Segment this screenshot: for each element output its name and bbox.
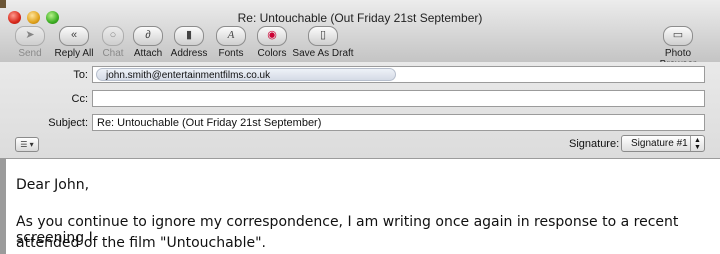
photo-browser-icon: ▭ (663, 26, 693, 46)
paperclip-icon: ∂ (133, 26, 163, 46)
subject-field[interactable]: Re: Untouchable (Out Friday 21st Septemb… (92, 114, 705, 131)
fonts-button[interactable]: A Fonts (214, 26, 248, 59)
body-line-2: attended of the film "Untouchable". (16, 235, 266, 251)
mail-compose-window: Re: Untouchable (Out Friday 21st Septemb… (0, 0, 720, 254)
chat-button[interactable]: ○ Chat (98, 26, 128, 59)
attach-button[interactable]: ∂ Attach (131, 26, 165, 59)
window-toolbar: Re: Untouchable (Out Friday 21st Septemb… (0, 0, 720, 70)
colors-icon: ◉ (257, 26, 287, 46)
to-label: To: (73, 69, 88, 81)
save-as-draft-button[interactable]: ▯ Save As Draft (292, 26, 354, 59)
address-button[interactable]: ▮ Address (169, 26, 209, 59)
signature-value: Signature #1 (631, 138, 688, 149)
window-title: Re: Untouchable (Out Friday 21st Septemb… (237, 11, 483, 25)
cc-field[interactable] (92, 90, 705, 107)
subject-value: Re: Untouchable (Out Friday 21st Septemb… (97, 117, 322, 129)
address-book-icon: ▮ (174, 26, 204, 46)
desktop-strip (0, 0, 6, 8)
send-button[interactable]: ➤ Send (12, 26, 48, 59)
recipient-token[interactable]: john.smith@entertainmentfilms.co.uk (96, 68, 396, 81)
body-greeting: Dear John, (16, 177, 90, 193)
select-arrows-icon: ▲ ▼ (690, 136, 704, 151)
reply-all-button[interactable]: « Reply All (52, 26, 96, 59)
reply-all-icon: « (59, 26, 89, 46)
cc-label: Cc: (71, 93, 89, 105)
chat-icon: ○ (102, 26, 124, 46)
colors-button[interactable]: ◉ Colors (254, 26, 290, 59)
fonts-icon: A (216, 26, 246, 46)
signature-label: Signature: (569, 138, 620, 150)
signature-select[interactable]: Signature #1 ▲ ▼ (621, 135, 705, 152)
to-field[interactable]: john.smith@entertainmentfilms.co.uk (92, 66, 705, 83)
header-options-button[interactable]: ☰ ▾ (15, 137, 39, 152)
message-body[interactable]: Dear John, As you continue to ignore my … (6, 159, 720, 254)
draft-icon: ▯ (308, 26, 338, 46)
send-icon: ➤ (15, 26, 45, 46)
subject-label: Subject: (48, 117, 88, 129)
message-header: To: john.smith@entertainmentfilms.co.uk … (0, 62, 720, 159)
